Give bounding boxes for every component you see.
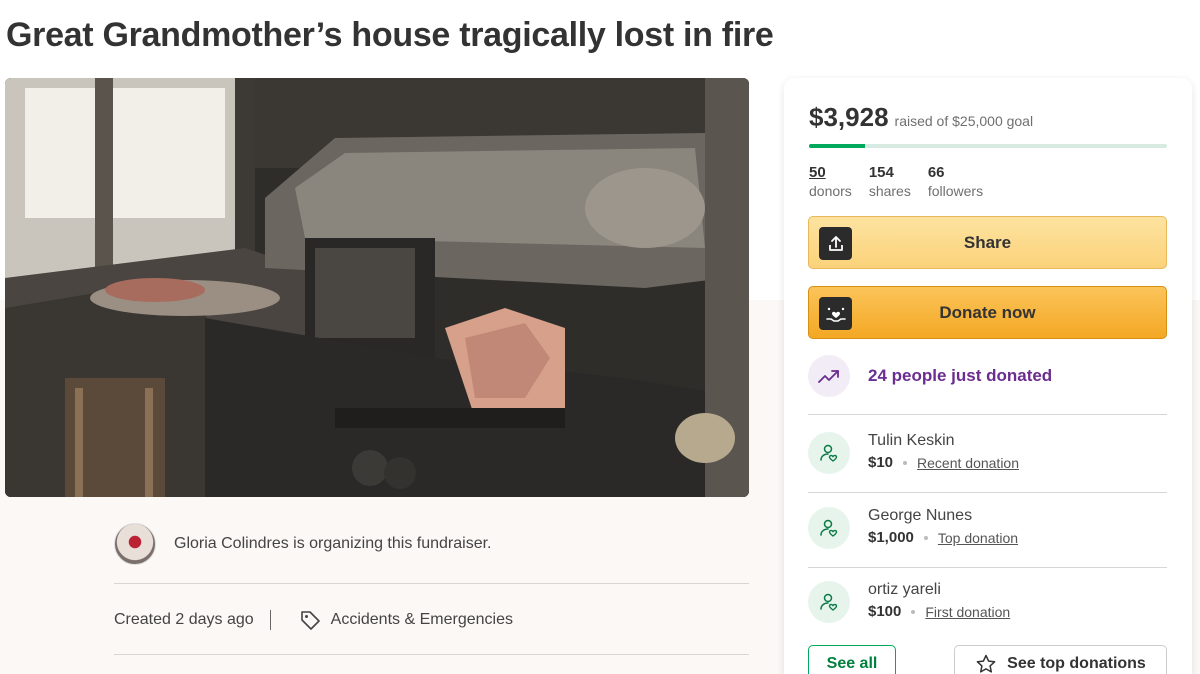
- stat-shares: 154 shares: [869, 164, 911, 200]
- dot-separator: [911, 609, 916, 614]
- see-top-donations-button[interactable]: See top donations: [954, 645, 1167, 674]
- stat-value: 154: [868, 164, 894, 181]
- tag-icon: [299, 609, 321, 631]
- stat-label: donors: [809, 183, 852, 199]
- stat-donors[interactable]: 50 donors: [809, 164, 852, 200]
- divider: [808, 567, 1167, 568]
- upload-icon: [819, 227, 852, 260]
- organizer-avatar[interactable]: [114, 523, 156, 565]
- star-icon: [975, 653, 997, 674]
- page-title: Great Grandmother’s house tragically los…: [6, 16, 774, 54]
- stat-label: followers: [927, 183, 984, 199]
- see-all-button[interactable]: See all: [808, 645, 896, 674]
- stats-row: 50 donors 154 shares 66 followers: [809, 164, 1000, 200]
- donation-type-link[interactable]: First donation: [925, 604, 1010, 620]
- donation-item: George Nunes $1,000 Top donation: [808, 505, 1018, 549]
- donation-item: Tulin Keskin $10 Recent donation: [808, 430, 1019, 474]
- see-top-label: See top donations: [1007, 655, 1146, 672]
- raised-amount: $3,928: [809, 102, 889, 132]
- hero-image[interactable]: [5, 78, 749, 497]
- donate-button[interactable]: Donate now: [808, 286, 1167, 339]
- progress-bar: [809, 144, 1167, 148]
- goal-text: raised of $25,000 goal: [894, 113, 1034, 129]
- organizer-row: Gloria Colindres is organizing this fund…: [114, 522, 491, 566]
- heart-hand-icon: [819, 297, 852, 330]
- stat-label: shares: [868, 183, 911, 199]
- meta-separator: [269, 610, 271, 630]
- divider: [808, 492, 1167, 493]
- created-date: Created 2 days ago: [114, 611, 254, 628]
- donation-sidebar-card: $3,928 raised of $25,000 goal 50 donors …: [784, 78, 1192, 674]
- fundraiser-meta: Created 2 days ago Accidents & Emergenci…: [114, 606, 513, 634]
- donate-label: Donate now: [939, 302, 1036, 322]
- stat-value: 50: [809, 164, 826, 181]
- dot-separator: [903, 460, 908, 465]
- recent-donations-trend: 24 people just donated: [808, 355, 1052, 397]
- raised-summary: $3,928 raised of $25,000 goal: [809, 102, 1033, 133]
- donation-amount: $100: [868, 603, 902, 620]
- donor-name: Tulin Keskin: [868, 432, 955, 449]
- donation-type-link[interactable]: Recent donation: [917, 455, 1019, 471]
- divider: [808, 414, 1167, 415]
- share-label: Share: [963, 232, 1012, 252]
- donor-heart-icon: [808, 507, 850, 549]
- divider: [114, 654, 749, 655]
- trending-up-icon: [808, 355, 850, 397]
- category-link[interactable]: Accidents & Emergencies: [331, 611, 513, 629]
- donor-name: George Nunes: [868, 507, 973, 524]
- donation-amount: $1,000: [868, 529, 914, 546]
- donation-item: ortiz yareli $100 First donation: [808, 579, 1010, 623]
- donation-type-link[interactable]: Top donation: [938, 530, 1018, 546]
- share-button[interactable]: Share: [808, 216, 1167, 269]
- donor-name: ortiz yareli: [868, 581, 941, 598]
- dot-separator: [923, 535, 928, 540]
- burned-kitchen-photo: [5, 78, 749, 497]
- progress-fill: [809, 144, 866, 148]
- donation-amount: $10: [868, 454, 894, 471]
- donor-heart-icon: [808, 432, 850, 474]
- divider: [114, 583, 749, 584]
- stat-value: 66: [927, 164, 945, 181]
- donor-heart-icon: [808, 581, 850, 623]
- trend-text: 24 people just donated: [868, 366, 1053, 385]
- organizer-text: Gloria Colindres is organizing this fund…: [174, 535, 492, 552]
- stat-followers: 66 followers: [928, 164, 983, 200]
